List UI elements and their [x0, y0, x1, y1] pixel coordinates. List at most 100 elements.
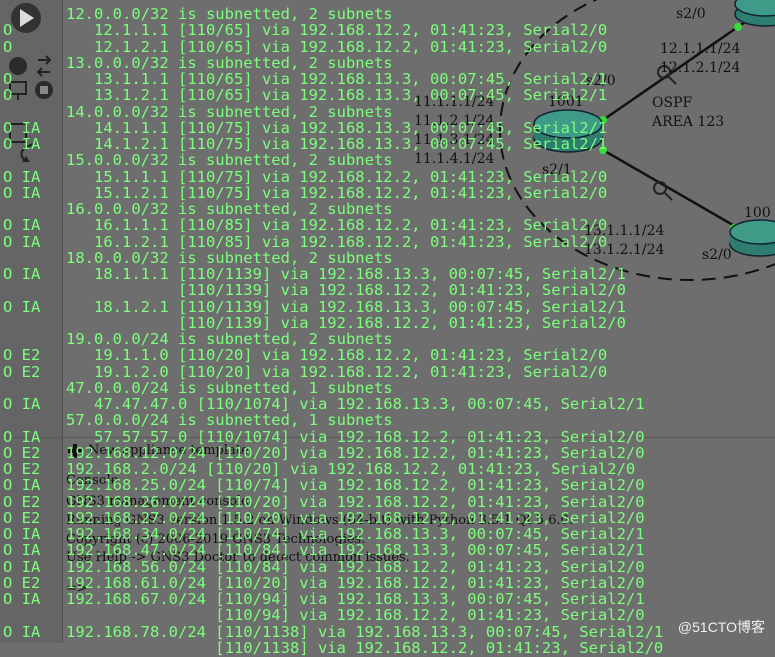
route-code: O IA: [3, 118, 41, 137]
route-text: 12.1.1.1 [110/65] via 192.168.12.2, 01:4…: [66, 21, 608, 40]
route-line: [110/94] via 192.168.12.2, 01:41:23, Ser…: [0, 606, 775, 625]
route-text: 15.1.2.1 [110/75] via 192.168.12.2, 01:4…: [66, 183, 608, 202]
route-line: O E2 19.1.1.0 [110/20] via 192.168.12.2,…: [0, 346, 775, 365]
route-line: O E2 192.168.12.0/24 [110/20] via 192.168…: [0, 443, 775, 462]
route-code: O IA: [3, 232, 41, 251]
route-line: O IA 18.1.2.1 [110/1139] via 192.168.13.…: [0, 297, 775, 316]
route-text: 192.168.47.0/24 [110/84] via 192.168.13.…: [66, 541, 645, 560]
route-line: O E2 192.168.27.0/24 [110/20] via 192.168…: [0, 508, 775, 527]
route-line: O E2 192.168.26.0/24 [110/20] via 192.168…: [0, 492, 775, 511]
route-text: 47.0.0.0/24 is subnetted, 1 subnets: [66, 378, 393, 397]
route-text: [110/1139] via 192.168.12.2, 01:41:23, S…: [66, 281, 626, 300]
route-line: O IA 192.168.25.0/24 [110/74] via 192.168…: [0, 476, 775, 495]
route-line: 57.0.0.0/24 is subnetted, 1 subnets: [0, 411, 775, 430]
route-line: O IA 192.168.56.0/24 [110/84] via 192.168…: [0, 557, 775, 576]
route-code: O IA: [3, 216, 41, 235]
route-text: 18.1.2.1 [110/1139] via 192.168.13.3, 00…: [66, 297, 626, 316]
route-line: O E2 192.168.2.0/24 [110/20] via 192.168.…: [0, 460, 775, 478]
route-text: 192.168.61.0/24 [110/20] via 192.168.12.…: [66, 573, 645, 592]
route-text: 57.0.0.0/24 is subnetted, 1 subnets: [66, 411, 393, 430]
route-code: O: [3, 86, 13, 105]
route-code: O IA: [3, 183, 41, 202]
route-text: 19.1.1.0 [110/20] via 192.168.12.2, 01:4…: [66, 346, 608, 365]
route-line: O 12.1.1.1 [110/65] via 192.168.12.2, 01…: [0, 21, 775, 40]
route-text: 19.0.0.0/24 is subnetted, 2 subnets: [66, 330, 393, 348]
route-line: O IA 15.1.2.1 [110/75] via 192.168.12.2,…: [0, 183, 775, 202]
route-code: O IA: [3, 541, 41, 560]
route-code: O: [3, 21, 13, 40]
route-text: 18.0.0.0/32 is subnetted, 2 subnets: [66, 248, 393, 267]
routing-table-output[interactable]: 12.0.0.0/32 is subnetted, 2 subnets O 12.…: [0, 0, 775, 656]
route-text: 14.1.2.1 [110/75] via 192.168.13.3, 00:0…: [66, 135, 608, 153]
route-code: O IA: [3, 622, 41, 641]
route-line: O IA 192.168.34.0/24 [110/74] via 192.168…: [0, 525, 775, 543]
route-line: 18.0.0.0/32 is subnetted, 2 subnets: [0, 248, 775, 267]
route-text: 47.47.47.0 [110/1074] via 192.168.13.3, …: [66, 395, 645, 413]
route-code: O E2: [3, 460, 41, 478]
route-text: 14.0.0.0/32 is subnetted, 2 subnets: [66, 102, 393, 121]
route-code: O: [3, 70, 13, 88]
route-text: [110/94] via 192.168.12.2, 01:41:23, Ser…: [66, 606, 645, 625]
route-line: O IA 192.168.67.0/24 [110/94] via 192.168…: [0, 590, 775, 608]
route-line: 12.0.0.0/32 is subnetted, 2 subnets: [0, 5, 775, 23]
route-line: [110/1139] via 192.168.12.2, 01:41:23, S…: [0, 313, 775, 332]
route-line: 15.0.0.0/32 is subnetted, 2 subnets: [0, 151, 775, 170]
route-line: O IA 14.1.1.1 [110/75] via 192.168.13.3,…: [0, 118, 775, 137]
route-code: O IA: [3, 167, 41, 186]
route-line: O IA 18.1.1.1 [110/1139] via 192.168.13.…: [0, 265, 775, 283]
route-line: O IA 15.1.1.1 [110/75] via 192.168.12.2,…: [0, 167, 775, 186]
route-text: 14.1.1.1 [110/75] via 192.168.13.3, 00:0…: [66, 118, 608, 137]
route-code: O: [3, 37, 13, 56]
route-code: O IA: [3, 297, 41, 316]
route-code: O IA: [3, 135, 41, 153]
route-code: O E2: [3, 362, 41, 381]
route-line: 47.0.0.0/24 is subnetted, 1 subnets: [0, 378, 775, 397]
route-text: 192.168.27.0/24 [110/20] via 192.168.12.…: [66, 508, 645, 527]
route-line: O E2 192.168.61.0/24 [110/20] via 192.168…: [0, 573, 775, 592]
route-line: O 13.1.2.1 [110/65] via 192.168.13.3, 00…: [0, 86, 775, 105]
route-text: [110/1138] via 192.168.12.2, 01:41:23, S…: [66, 638, 664, 657]
route-line: O IA 192.168.47.0/24 [110/84] via 192.168…: [0, 541, 775, 560]
route-text: 192.168.26.0/24 [110/20] via 192.168.12.…: [66, 492, 645, 511]
route-code: O E2: [3, 508, 41, 527]
route-text: 15.1.1.1 [110/75] via 192.168.12.2, 01:4…: [66, 167, 608, 186]
route-code: O IA: [3, 395, 41, 413]
route-code: O E2: [3, 346, 41, 365]
route-text: 57.57.57.0 [110/1074] via 192.168.12.2, …: [66, 427, 645, 446]
route-line: O IA 57.57.57.0 [110/1074] via 192.168.1…: [0, 427, 775, 446]
route-text: 13.1.1.1 [110/65] via 192.168.13.3, 00:0…: [66, 70, 608, 88]
route-code: O IA: [3, 427, 41, 446]
route-code: O IA: [3, 557, 41, 576]
route-line: O 13.1.1.1 [110/65] via 192.168.13.3, 00…: [0, 70, 775, 88]
route-code: O IA: [3, 476, 41, 495]
route-text: 13.1.2.1 [110/65] via 192.168.13.3, 00:0…: [66, 86, 608, 105]
route-text: 12.0.0.0/32 is subnetted, 2 subnets: [66, 5, 393, 23]
route-line: O IA 192.168.78.0/24 [110/1138] via 192.1…: [0, 622, 775, 641]
route-line: [110/1138] via 192.168.12.2, 01:41:23, S…: [0, 638, 775, 657]
route-text: 192.168.78.0/24 [110/1138] via 192.168.1…: [66, 622, 664, 641]
route-text: 19.1.2.0 [110/20] via 192.168.12.2, 01:4…: [66, 362, 608, 381]
route-code: O IA: [3, 265, 41, 283]
route-line: 16.0.0.0/32 is subnetted, 2 subnets: [0, 200, 775, 218]
route-text: 12.1.2.1 [110/65] via 192.168.12.2, 01:4…: [66, 37, 608, 56]
route-text: 192.168.67.0/24 [110/94] via 192.168.13.…: [66, 590, 645, 608]
route-code: O E2: [3, 492, 41, 511]
route-text: 16.1.2.1 [110/85] via 192.168.12.2, 01:4…: [66, 232, 608, 251]
route-text: [110/1139] via 192.168.12.2, 01:41:23, S…: [66, 313, 626, 332]
route-code: O E2: [3, 443, 41, 462]
route-line: O IA 14.1.2.1 [110/75] via 192.168.13.3,…: [0, 135, 775, 153]
route-text: 13.0.0.0/32 is subnetted, 2 subnets: [66, 53, 393, 72]
route-text: 192.168.34.0/24 [110/74] via 192.168.13.…: [66, 525, 645, 543]
route-code: O IA: [3, 590, 41, 608]
route-line: 19.0.0.0/24 is subnetted, 2 subnets: [0, 330, 775, 348]
route-line: O E2 19.1.2.0 [110/20] via 192.168.12.2,…: [0, 362, 775, 381]
route-text: 16.0.0.0/32 is subnetted, 2 subnets: [66, 200, 393, 218]
route-text: 192.168.2.0/24 [110/20] via 192.168.12.2…: [66, 460, 636, 478]
route-line: O IA 47.47.47.0 [110/1074] via 192.168.1…: [0, 395, 775, 413]
route-code: O IA: [3, 525, 41, 543]
route-code: O E2: [3, 573, 41, 592]
route-line: O 12.1.2.1 [110/65] via 192.168.12.2, 01…: [0, 37, 775, 56]
route-line: [110/1139] via 192.168.12.2, 01:41:23, S…: [0, 281, 775, 300]
route-text: 15.0.0.0/32 is subnetted, 2 subnets: [66, 151, 393, 170]
route-line: O IA 16.1.1.1 [110/85] via 192.168.12.2,…: [0, 216, 775, 235]
